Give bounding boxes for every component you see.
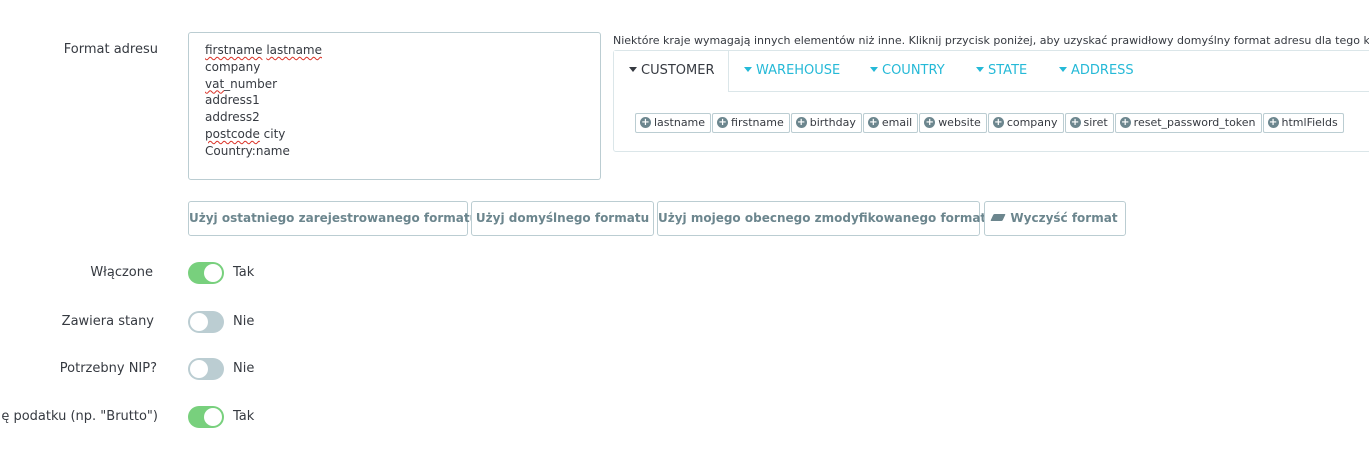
format-token: _number (224, 76, 278, 91)
switch-knob (204, 408, 222, 426)
tab-country-label: COUNTRY (882, 63, 945, 78)
format-line: vat_number (205, 76, 584, 93)
plus-circle-icon: + (1119, 116, 1131, 128)
enabled-label: Włączone (90, 265, 153, 280)
tax-label-value: Tak (233, 409, 255, 424)
field-chip-label: company (1006, 116, 1058, 129)
need-nip-label: Potrzebny NIP? (59, 361, 157, 376)
plus-circle-icon: + (924, 116, 936, 128)
caret-down-icon (870, 67, 878, 72)
tab-state[interactable]: STATE (976, 51, 1027, 91)
has-states-label: Zawiera stany (61, 314, 154, 329)
field-chip-company[interactable]: + company (987, 113, 1064, 133)
tab-customer-label: CUSTOMER (641, 63, 715, 78)
clear-format-label: Wyczyść format (1010, 211, 1118, 225)
format-token: Country:name (205, 143, 290, 158)
format-token: firstname (205, 43, 263, 57)
address-format-label: Format adresu (63, 42, 158, 57)
need-nip-value: Nie (233, 361, 255, 376)
caret-down-icon (976, 67, 984, 72)
field-chip-label: lastname (654, 116, 706, 129)
field-chip-siret[interactable]: + siret (1064, 113, 1114, 133)
format-line: address1 (205, 92, 584, 109)
tab-address-label: ADDRESS (1071, 63, 1134, 78)
address-format-textarea[interactable]: firstname lastname company vat_number addre… (188, 32, 601, 180)
caret-down-icon (1059, 67, 1067, 72)
tab-country[interactable]: COUNTRY (870, 51, 945, 91)
format-line: firstname lastname (205, 42, 584, 59)
field-chip-label: email (881, 116, 913, 129)
eraser-icon (990, 214, 1007, 221)
has-states-switch[interactable] (188, 311, 224, 333)
field-chip-birthday[interactable]: + birthday (790, 113, 862, 133)
format-token: address2 (205, 110, 260, 125)
caret-down-icon (629, 67, 637, 72)
format-token: address1 (205, 93, 260, 108)
field-chip-firstname[interactable]: + firstname (712, 113, 790, 133)
format-token: city (259, 126, 286, 141)
plus-circle-icon: + (867, 116, 879, 128)
field-chips: + lastname + firstname + birthday + email + websi… (635, 111, 1345, 133)
clear-format-button[interactable]: Wyczyść format (984, 201, 1126, 236)
plus-circle-icon: + (640, 116, 651, 128)
field-chip-reset-password-token[interactable]: + reset_password_token (1114, 113, 1262, 133)
format-help-text: Niektóre kraje wymagają innych elementów… (613, 34, 1369, 47)
tab-address[interactable]: ADDRESS (1059, 51, 1134, 91)
plus-circle-icon: + (1267, 116, 1279, 128)
tab-customer[interactable]: CUSTOMER (614, 51, 730, 92)
plus-circle-icon: + (1069, 116, 1081, 128)
field-chip-email[interactable]: + email (862, 113, 919, 133)
switch-knob (190, 313, 208, 331)
caret-down-icon (744, 67, 752, 72)
plus-circle-icon: + (992, 116, 1004, 128)
switch-knob (190, 360, 208, 378)
field-chip-website[interactable]: + website (919, 113, 987, 133)
tax-label-switch[interactable] (188, 406, 224, 428)
field-chip-label: siret (1083, 116, 1108, 129)
plus-circle-icon: + (717, 116, 729, 128)
field-chip-lastname[interactable]: + lastname (635, 113, 712, 133)
enabled-value: Tak (233, 265, 255, 280)
field-tabs: CUSTOMER WAREHOUSE COUNTRY STATE ADDRESS (614, 51, 1369, 92)
format-token: lastname (266, 43, 322, 57)
format-line: Country:name (205, 143, 584, 160)
format-line: postcode city (205, 126, 584, 143)
enabled-switch[interactable] (188, 262, 224, 284)
field-chip-label: reset_password_token (1133, 116, 1256, 129)
tax-label-label: ę podatku (np. "Brutto") (1, 409, 158, 424)
fields-panel: CUSTOMER WAREHOUSE COUNTRY STATE ADDRESS… (613, 50, 1369, 152)
format-token: vat (205, 76, 225, 91)
format-line: company (205, 59, 584, 76)
field-chip-label: website (938, 116, 981, 129)
field-chip-htmlfields[interactable]: + htmlFields (1262, 113, 1344, 133)
field-chip-label: firstname (731, 116, 784, 129)
has-states-value: Nie (233, 314, 255, 329)
tab-warehouse-label: WAREHOUSE (756, 63, 841, 78)
use-current-modified-format-button[interactable]: Użyj mojego obecnego zmodyfikowanego for… (657, 201, 995, 236)
tab-state-label: STATE (988, 63, 1028, 78)
plus-circle-icon: + (795, 116, 807, 128)
format-line: address2 (205, 109, 584, 126)
switch-knob (204, 264, 222, 282)
tab-warehouse[interactable]: WAREHOUSE (744, 51, 840, 91)
use-last-registered-format-button[interactable]: Użyj ostatniego zarejestrowanego formatu (188, 201, 478, 236)
format-token: postcode (205, 126, 260, 141)
field-chip-label: birthday (809, 116, 856, 129)
use-default-format-button[interactable]: Użyj domyślnego formatu (471, 201, 654, 236)
format-token: company (205, 59, 261, 74)
field-chip-label: htmlFields (1281, 116, 1338, 129)
need-nip-switch[interactable] (188, 358, 224, 380)
